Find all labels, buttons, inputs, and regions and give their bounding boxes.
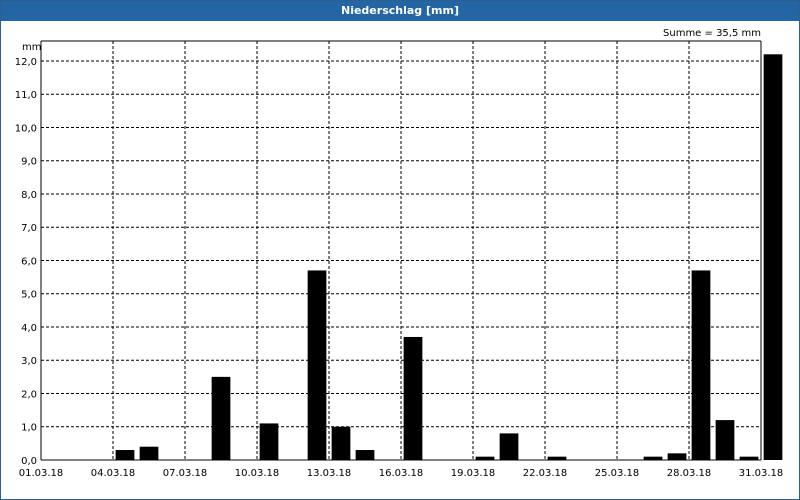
x-tick-label: 22.03.18 <box>523 468 568 479</box>
y-tick-label: 6,0 <box>21 256 37 267</box>
y-tick-label: 1,0 <box>21 423 37 434</box>
x-tick-label: 31.03.18 <box>739 468 784 479</box>
bar <box>403 336 423 460</box>
y-tick-label: 10,0 <box>15 123 37 134</box>
y-tick-label: 11,0 <box>15 90 37 101</box>
y-tick-label: 2,0 <box>21 389 37 400</box>
bar <box>763 54 783 461</box>
x-tick-label: 07.03.18 <box>163 468 208 479</box>
precipitation-chart: 0,0 1,0 2,0 3,0 4,0 5,0 6,0 7,0 8,0 9,0 10,0 11,0 12… <box>15 28 784 479</box>
y-tick-label: 12,0 <box>15 57 37 68</box>
bar <box>139 446 159 460</box>
bar <box>211 376 231 460</box>
bar <box>499 433 519 460</box>
bar <box>355 450 375 460</box>
chart-bars <box>115 54 783 461</box>
x-tick-label: 25.03.18 <box>595 468 640 479</box>
y-tick-label: 0,0 <box>21 456 37 467</box>
bar <box>331 426 351 460</box>
y-tick-label: 5,0 <box>21 290 37 301</box>
y-tick-label: 7,0 <box>21 223 37 234</box>
x-tick-label: 28.03.18 <box>667 468 712 479</box>
y-tick-label: 9,0 <box>21 157 37 168</box>
bar <box>259 423 279 460</box>
chart-grid <box>41 41 762 460</box>
y-tick-label: 4,0 <box>21 323 37 334</box>
bar <box>667 453 687 460</box>
bar <box>715 420 735 460</box>
x-tick-label: 01.03.18 <box>19 468 64 479</box>
y-tick-label: 8,0 <box>21 190 37 201</box>
bar <box>115 450 135 460</box>
x-tick-label: 16.03.18 <box>379 468 424 479</box>
x-tick-label: 10.03.18 <box>235 468 280 479</box>
sum-label: Summe = 35,5 mm <box>663 28 761 39</box>
bar <box>307 270 327 460</box>
y-tick-label: 3,0 <box>21 356 37 367</box>
x-tick-label: 19.03.18 <box>451 468 496 479</box>
x-tick-label: 04.03.18 <box>91 468 136 479</box>
x-tick-label: 13.03.18 <box>307 468 352 479</box>
bar <box>691 270 711 460</box>
y-axis-label: mm <box>22 42 41 53</box>
chart-labels: 0,0 1,0 2,0 3,0 4,0 5,0 6,0 7,0 8,0 9,0 10,0 11,0 12… <box>15 57 784 479</box>
